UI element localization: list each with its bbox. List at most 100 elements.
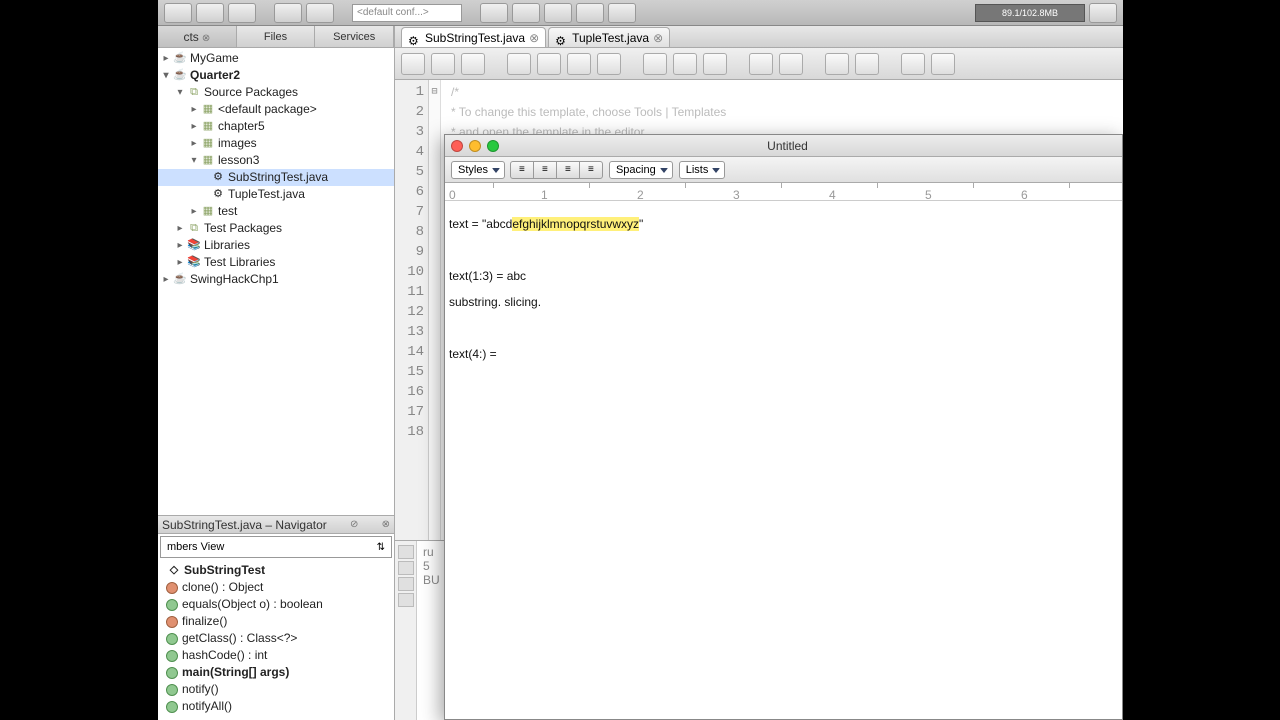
tree-node-quarter2[interactable]: ▾☕Quarter2 — [158, 67, 394, 84]
find-selection-icon[interactable] — [507, 53, 531, 75]
prev-bookmark-icon[interactable] — [643, 53, 667, 75]
text-line — [449, 237, 1118, 263]
nav-label: clone() : Object — [182, 579, 263, 596]
styles-dropdown[interactable]: Styles — [451, 161, 505, 179]
close-icon[interactable]: ⊗ — [529, 28, 539, 48]
alignment-group: ≡ ≡ ≡ ≡ — [511, 161, 603, 179]
tree-node-lesson3[interactable]: ▾▦lesson3 — [158, 152, 394, 169]
navigator-panel: SubStringTest.java – Navigator⊘⊗ mbers V… — [158, 515, 394, 720]
close-icon[interactable]: ⊗ — [202, 33, 210, 44]
align-right-icon[interactable]: ≡ — [556, 161, 580, 179]
debug-icon[interactable] — [576, 3, 604, 23]
comment-icon[interactable] — [901, 53, 925, 75]
stop-macro-icon[interactable] — [855, 53, 879, 75]
tree-node-images[interactable]: ▸▦images — [158, 135, 394, 152]
left-sidebar: cts⊗ Files Services ▸☕MyGame ▾☕Quarter2 … — [158, 26, 395, 720]
tree-node-substringtest[interactable]: ⚙SubStringTest.java — [158, 169, 394, 186]
project-tree[interactable]: ▸☕MyGame ▾☕Quarter2 ▾⧉Source Packages ▸▦… — [158, 48, 394, 515]
gc-icon[interactable] — [1089, 3, 1117, 23]
source-history-icon[interactable] — [401, 53, 425, 75]
nav-method-getclass[interactable]: getClass() : Class<?> — [158, 630, 394, 647]
shift-left-icon[interactable] — [749, 53, 773, 75]
save-output-icon[interactable] — [398, 593, 414, 607]
new-file-icon[interactable] — [164, 3, 192, 23]
align-justify-icon[interactable]: ≡ — [579, 161, 603, 179]
memory-indicator[interactable]: 89.1/102.8MB — [975, 4, 1085, 22]
tree-node-source-packages[interactable]: ▾⧉Source Packages — [158, 84, 394, 101]
tree-node-chapter5[interactable]: ▸▦chapter5 — [158, 118, 394, 135]
tree-node-tupletest[interactable]: ⚙TupleTest.java — [158, 186, 394, 203]
text-line — [449, 315, 1118, 341]
start-macro-icon[interactable] — [825, 53, 849, 75]
tree-label: <default package> — [218, 101, 317, 118]
nav-method-notify[interactable]: notify() — [158, 681, 394, 698]
nav-label: notify() — [182, 681, 219, 698]
nav-method-main[interactable]: main(String[] args) — [158, 664, 394, 681]
nav-method-notifyall[interactable]: notifyAll() — [158, 698, 394, 715]
profile-icon[interactable] — [608, 3, 636, 23]
stop-icon[interactable] — [398, 577, 414, 591]
tree-node-test-packages[interactable]: ▸⧉Test Packages — [158, 220, 394, 237]
text-line: text(1:3) = abc — [449, 263, 1118, 289]
tree-node-default-package[interactable]: ▸▦<default package> — [158, 101, 394, 118]
rerun-icon[interactable] — [398, 545, 414, 559]
tab-services[interactable]: Services — [315, 26, 394, 47]
nav-label: hashCode() : int — [182, 647, 267, 664]
navigator-member-list[interactable]: ◇SubStringTest clone() : Object equals(O… — [158, 560, 394, 720]
tree-label: Test Libraries — [204, 254, 275, 271]
tree-node-swinghack[interactable]: ▸☕SwingHackChp1 — [158, 271, 394, 288]
tree-node-test-libraries[interactable]: ▸📚Test Libraries — [158, 254, 394, 271]
undo-icon[interactable] — [274, 3, 302, 23]
minimize-icon[interactable]: ⊘ — [350, 519, 358, 530]
align-left-icon[interactable]: ≡ — [510, 161, 534, 179]
navigator-view-dropdown[interactable]: mbers View — [160, 536, 392, 558]
build-icon[interactable] — [480, 3, 508, 23]
textedit-toolbar: Styles ≡ ≡ ≡ ≡ Spacing Lists — [445, 157, 1122, 183]
next-occurrence-icon[interactable] — [567, 53, 591, 75]
nav-method-equals[interactable]: equals(Object o) : boolean — [158, 596, 394, 613]
textedit-document[interactable]: text = "abcdefghijklmnopqrstuvwxyz" text… — [445, 201, 1122, 719]
nav-method-clone[interactable]: clone() : Object — [158, 579, 394, 596]
back-icon[interactable] — [461, 53, 485, 75]
prev-occurrence-icon[interactable] — [537, 53, 561, 75]
toggle-bookmark-icon[interactable] — [703, 53, 727, 75]
close-icon[interactable]: ⊗ — [653, 28, 663, 48]
tree-node-mygame[interactable]: ▸☕MyGame — [158, 50, 394, 67]
tree-label: SubStringTest.java — [228, 169, 328, 186]
editor-tab-substringtest[interactable]: ⚙SubStringTest.java⊗ — [401, 27, 546, 47]
next-bookmark-icon[interactable] — [673, 53, 697, 75]
redo-icon[interactable] — [306, 3, 334, 23]
textedit-ruler[interactable]: 0 1 2 3 4 5 6 — [445, 183, 1122, 201]
clean-icon[interactable] — [512, 3, 540, 23]
run-icon[interactable] — [398, 561, 414, 575]
nav-method-hashcode[interactable]: hashCode() : int — [158, 647, 394, 664]
tree-node-test[interactable]: ▸▦test — [158, 203, 394, 220]
tree-label: images — [218, 135, 257, 152]
lists-dropdown[interactable]: Lists — [679, 161, 726, 179]
close-icon[interactable]: ⊗ — [382, 519, 390, 530]
tree-node-libraries[interactable]: ▸📚Libraries — [158, 237, 394, 254]
tab-projects[interactable]: cts⊗ — [158, 26, 237, 47]
editor-toolbar — [395, 48, 1123, 80]
nav-method-finalize[interactable]: finalize() — [158, 613, 394, 630]
textedit-window[interactable]: Untitled Styles ≡ ≡ ≡ ≡ Spacing Lists 0 … — [444, 134, 1123, 720]
last-edit-icon[interactable] — [431, 53, 455, 75]
nav-class[interactable]: ◇SubStringTest — [158, 562, 394, 579]
editor-tab-tupletest[interactable]: ⚙TupleTest.java⊗ — [548, 27, 670, 47]
run-icon[interactable] — [544, 3, 572, 23]
spacing-dropdown[interactable]: Spacing — [609, 161, 673, 179]
tree-label: lesson3 — [218, 152, 259, 169]
align-center-icon[interactable]: ≡ — [533, 161, 557, 179]
open-icon[interactable] — [196, 3, 224, 23]
fold-gutter[interactable]: ⊟ — [429, 80, 441, 540]
textedit-title-bar[interactable]: Untitled — [445, 135, 1122, 157]
output-gutter — [395, 541, 417, 720]
nav-label: notifyAll() — [182, 698, 232, 715]
save-icon[interactable] — [228, 3, 256, 23]
text-span-highlighted: efghijklmnopqrstuvwxyz — [512, 217, 639, 231]
config-dropdown[interactable]: <default conf...> — [352, 4, 462, 22]
tab-files[interactable]: Files — [237, 26, 316, 47]
shift-right-icon[interactable] — [779, 53, 803, 75]
toggle-highlight-icon[interactable] — [597, 53, 621, 75]
uncomment-icon[interactable] — [931, 53, 955, 75]
